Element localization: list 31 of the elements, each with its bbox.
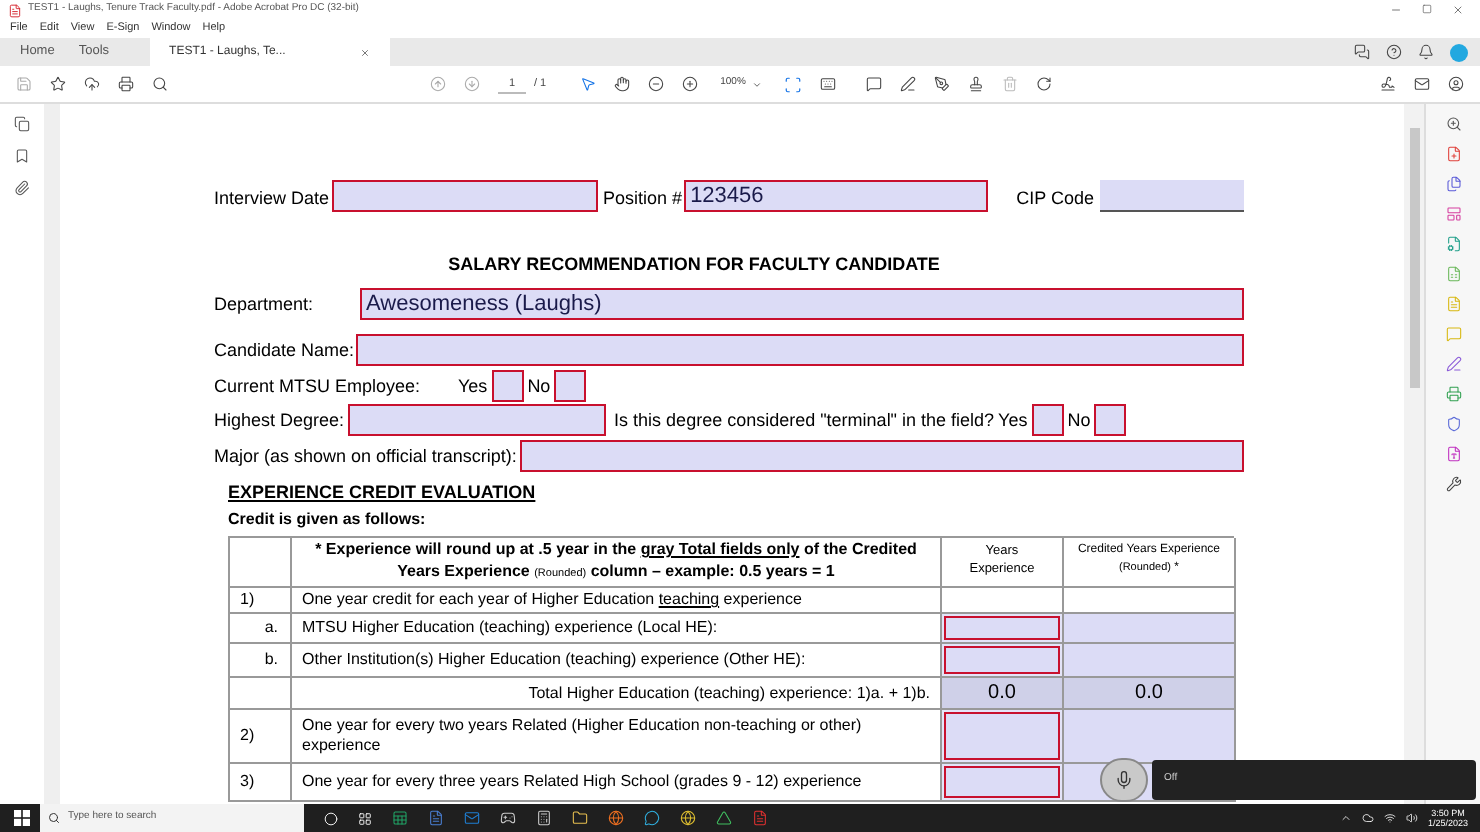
input-field[interactable]: 123456 — [684, 180, 989, 212]
field-label: Highest Degree: — [214, 408, 345, 434]
row-number: b. — [264, 648, 278, 672]
input-field[interactable]: Awesomeness (Laughs) — [360, 287, 1244, 319]
row-number: a. — [264, 616, 278, 640]
total-value: 0.0 — [988, 680, 1016, 708]
row-number: 2) — [240, 724, 255, 748]
option-label: No — [1067, 408, 1091, 434]
option-label: No — [527, 374, 551, 400]
row-text: Total Higher Education (teaching) experience: 1)a. + 1)b. — [528, 683, 930, 703]
row-text: MTSU Higher Education (teaching) experience (Local HE): — [302, 618, 718, 638]
row-text: One year credit for each year of Higher Education teaching experience — [302, 588, 802, 612]
total-value: 0.0 — [1135, 680, 1163, 708]
row-text: One year for every three years Related High School (grades 9 - 12) experience — [302, 772, 862, 792]
row-text: One year for every two years Related (Higher Education non-teaching or other) experience — [302, 716, 864, 756]
section-subtitle: Credit is given as follows: — [228, 508, 426, 532]
field-label: Interview Date — [214, 185, 330, 211]
row-number: 1) — [240, 588, 255, 612]
field-label: Candidate Name: — [214, 338, 356, 364]
row-number: 3) — [240, 770, 255, 794]
option-label: Yes — [998, 408, 1028, 434]
field-label: Major (as shown on official transcript): — [214, 444, 517, 470]
field-label: Current MTSU Employee: — [214, 374, 423, 400]
row-text: Other Institution(s) Higher Education (teaching) experience (Other HE): — [302, 650, 806, 670]
field-label: Position # — [603, 185, 683, 211]
section-title: EXPERIENCE CREDIT EVALUATION — [228, 479, 536, 505]
field-label: Department: — [214, 292, 316, 318]
field-label: CIP Code — [1016, 185, 1094, 211]
option-label: Yes — [458, 374, 488, 400]
form-title: SALARY RECOMMENDATION FOR FACULTY CANDIDATE — [446, 252, 942, 278]
question-text: Is this degree considered "terminal" in the field? — [614, 408, 995, 434]
